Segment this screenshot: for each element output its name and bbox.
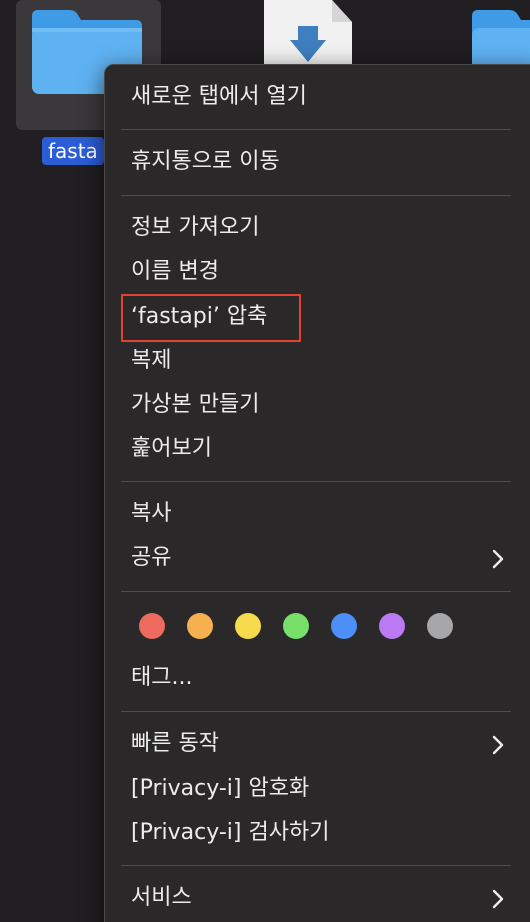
tag-gray-dot[interactable] xyxy=(427,613,453,639)
download-document-icon[interactable] xyxy=(262,0,354,70)
menu-item-move-to-trash[interactable]: 휴지통으로 이동 xyxy=(131,147,280,177)
menu-separator xyxy=(121,865,511,866)
menu-item-make-alias[interactable]: 가상본 만들기 xyxy=(131,390,259,420)
menu-item-privacy-scan[interactable]: [Privacy-i] 검사하기 xyxy=(131,818,329,848)
chevron-right-icon xyxy=(492,549,504,569)
menu-item-share[interactable]: 공유 xyxy=(131,543,171,573)
menu-separator xyxy=(121,481,511,482)
tag-orange-dot[interactable] xyxy=(187,613,213,639)
menu-item-services[interactable]: 서비스 xyxy=(131,883,192,913)
context-menu: 새로운 탭에서 열기 휴지통으로 이동 정보 가져오기 이름 변경 ‘fasta… xyxy=(104,64,530,922)
menu-item-rename[interactable]: 이름 변경 xyxy=(131,257,219,287)
menu-separator xyxy=(121,195,511,196)
tag-red-dot[interactable] xyxy=(139,613,165,639)
tag-purple-dot[interactable] xyxy=(379,613,405,639)
menu-item-tags[interactable]: 태그... xyxy=(131,663,192,693)
menu-item-duplicate[interactable]: 복제 xyxy=(131,346,171,376)
menu-item-quick-look[interactable]: 훑어보기 xyxy=(131,434,212,464)
menu-item-open-in-new-tab[interactable]: 새로운 탭에서 열기 xyxy=(131,82,307,112)
file-name-label[interactable]: fasta xyxy=(42,137,104,165)
menu-item-copy[interactable]: 복사 xyxy=(131,499,171,529)
chevron-right-icon xyxy=(492,889,504,909)
menu-separator xyxy=(121,711,511,712)
chevron-right-icon xyxy=(492,735,504,755)
menu-item-quick-actions[interactable]: 빠른 동작 xyxy=(131,729,219,759)
tag-yellow-dot[interactable] xyxy=(235,613,261,639)
menu-item-privacy-encrypt[interactable]: [Privacy-i] 암호화 xyxy=(131,774,309,804)
highlight-annotation-box xyxy=(121,294,301,342)
tag-green-dot[interactable] xyxy=(283,613,309,639)
menu-separator xyxy=(121,591,511,592)
desktop: fasta 새로운 탭에서 열기 휴지통으로 이동 정보 가져오기 이름 변경 … xyxy=(0,0,530,922)
tag-blue-dot[interactable] xyxy=(331,613,357,639)
menu-separator xyxy=(121,129,511,130)
menu-item-get-info[interactable]: 정보 가져오기 xyxy=(131,213,259,243)
